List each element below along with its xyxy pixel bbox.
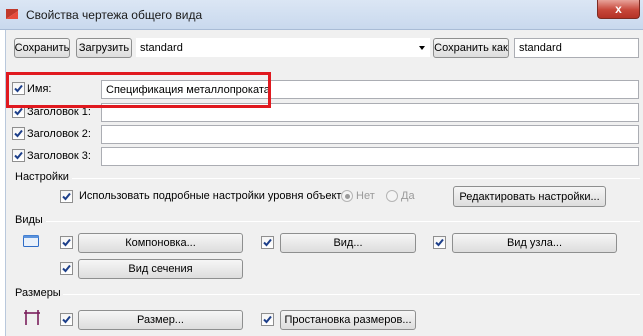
close-button[interactable]: x xyxy=(597,0,640,19)
checkmark-icon xyxy=(62,192,71,201)
save-as-button[interactable]: Сохранить как xyxy=(433,38,509,58)
checkmark-icon xyxy=(14,151,23,160)
load-button[interactable]: Загрузить xyxy=(76,38,132,58)
checkmark-icon xyxy=(14,129,23,138)
checkmark-icon xyxy=(62,264,71,273)
checkmark-icon xyxy=(62,315,71,324)
dimensions-section-label: Размеры xyxy=(15,287,61,299)
dimensions-divider xyxy=(63,294,640,295)
radio-yes-label: Да xyxy=(401,190,415,202)
heading2-label: Заголовок 2: xyxy=(27,128,91,140)
use-detailed-label: Использовать подробные настройки уровня … xyxy=(79,190,348,202)
save-button[interactable]: Сохранить xyxy=(14,38,70,58)
layout-button[interactable]: Компоновка... xyxy=(78,233,243,253)
checkmark-icon xyxy=(263,238,272,247)
section-view-button[interactable]: Вид сечения xyxy=(78,259,243,279)
view-button[interactable]: Вид... xyxy=(280,233,416,253)
checkmark-icon xyxy=(263,315,272,324)
heading3-checkbox[interactable] xyxy=(12,149,25,162)
node-view-button[interactable]: Вид узла... xyxy=(452,233,617,253)
section-view-checkbox[interactable] xyxy=(60,262,73,275)
dimension-icon xyxy=(24,310,40,325)
layout-checkbox[interactable] xyxy=(60,236,73,249)
heading3-label: Заголовок 3: xyxy=(27,150,91,162)
heading3-input[interactable] xyxy=(101,147,639,166)
checkmark-icon xyxy=(62,238,71,247)
app-icon xyxy=(6,9,18,19)
highlight-box xyxy=(6,72,271,108)
settings-divider xyxy=(72,178,640,179)
save-as-value: standard xyxy=(519,42,562,54)
views-divider xyxy=(46,221,640,222)
title-bar: Свойства чертежа общего вида x xyxy=(0,0,643,30)
dialog-body: Сохранить Загрузить standard Сохранить к… xyxy=(5,30,643,336)
heading2-input[interactable] xyxy=(101,125,639,144)
close-icon: x xyxy=(615,2,622,16)
save-as-name-input[interactable]: standard xyxy=(514,38,639,58)
dimension-button[interactable]: Размер... xyxy=(78,310,243,330)
dimension-placement-checkbox[interactable] xyxy=(261,313,274,326)
radio-no-label: Нет xyxy=(356,190,375,202)
view-window-icon xyxy=(23,235,39,247)
node-view-checkbox[interactable] xyxy=(433,236,446,249)
radio-yes[interactable] xyxy=(386,190,398,202)
radio-no[interactable] xyxy=(341,190,353,202)
dimension-checkbox[interactable] xyxy=(60,313,73,326)
dimension-placement-button[interactable]: Простановка размеров... xyxy=(280,310,416,330)
preset-value: standard xyxy=(140,41,183,54)
use-detailed-checkbox[interactable] xyxy=(60,190,73,203)
heading2-checkbox[interactable] xyxy=(12,127,25,140)
preset-dropdown[interactable]: standard xyxy=(136,38,430,57)
settings-section-label: Настройки xyxy=(15,171,69,183)
checkmark-icon xyxy=(435,238,444,247)
edit-settings-button[interactable]: Редактировать настройки... xyxy=(453,186,606,207)
window-title: Свойства чертежа общего вида xyxy=(26,8,203,22)
chevron-down-icon[interactable] xyxy=(419,46,425,50)
view-checkbox[interactable] xyxy=(261,236,274,249)
views-section-label: Виды xyxy=(15,214,43,226)
